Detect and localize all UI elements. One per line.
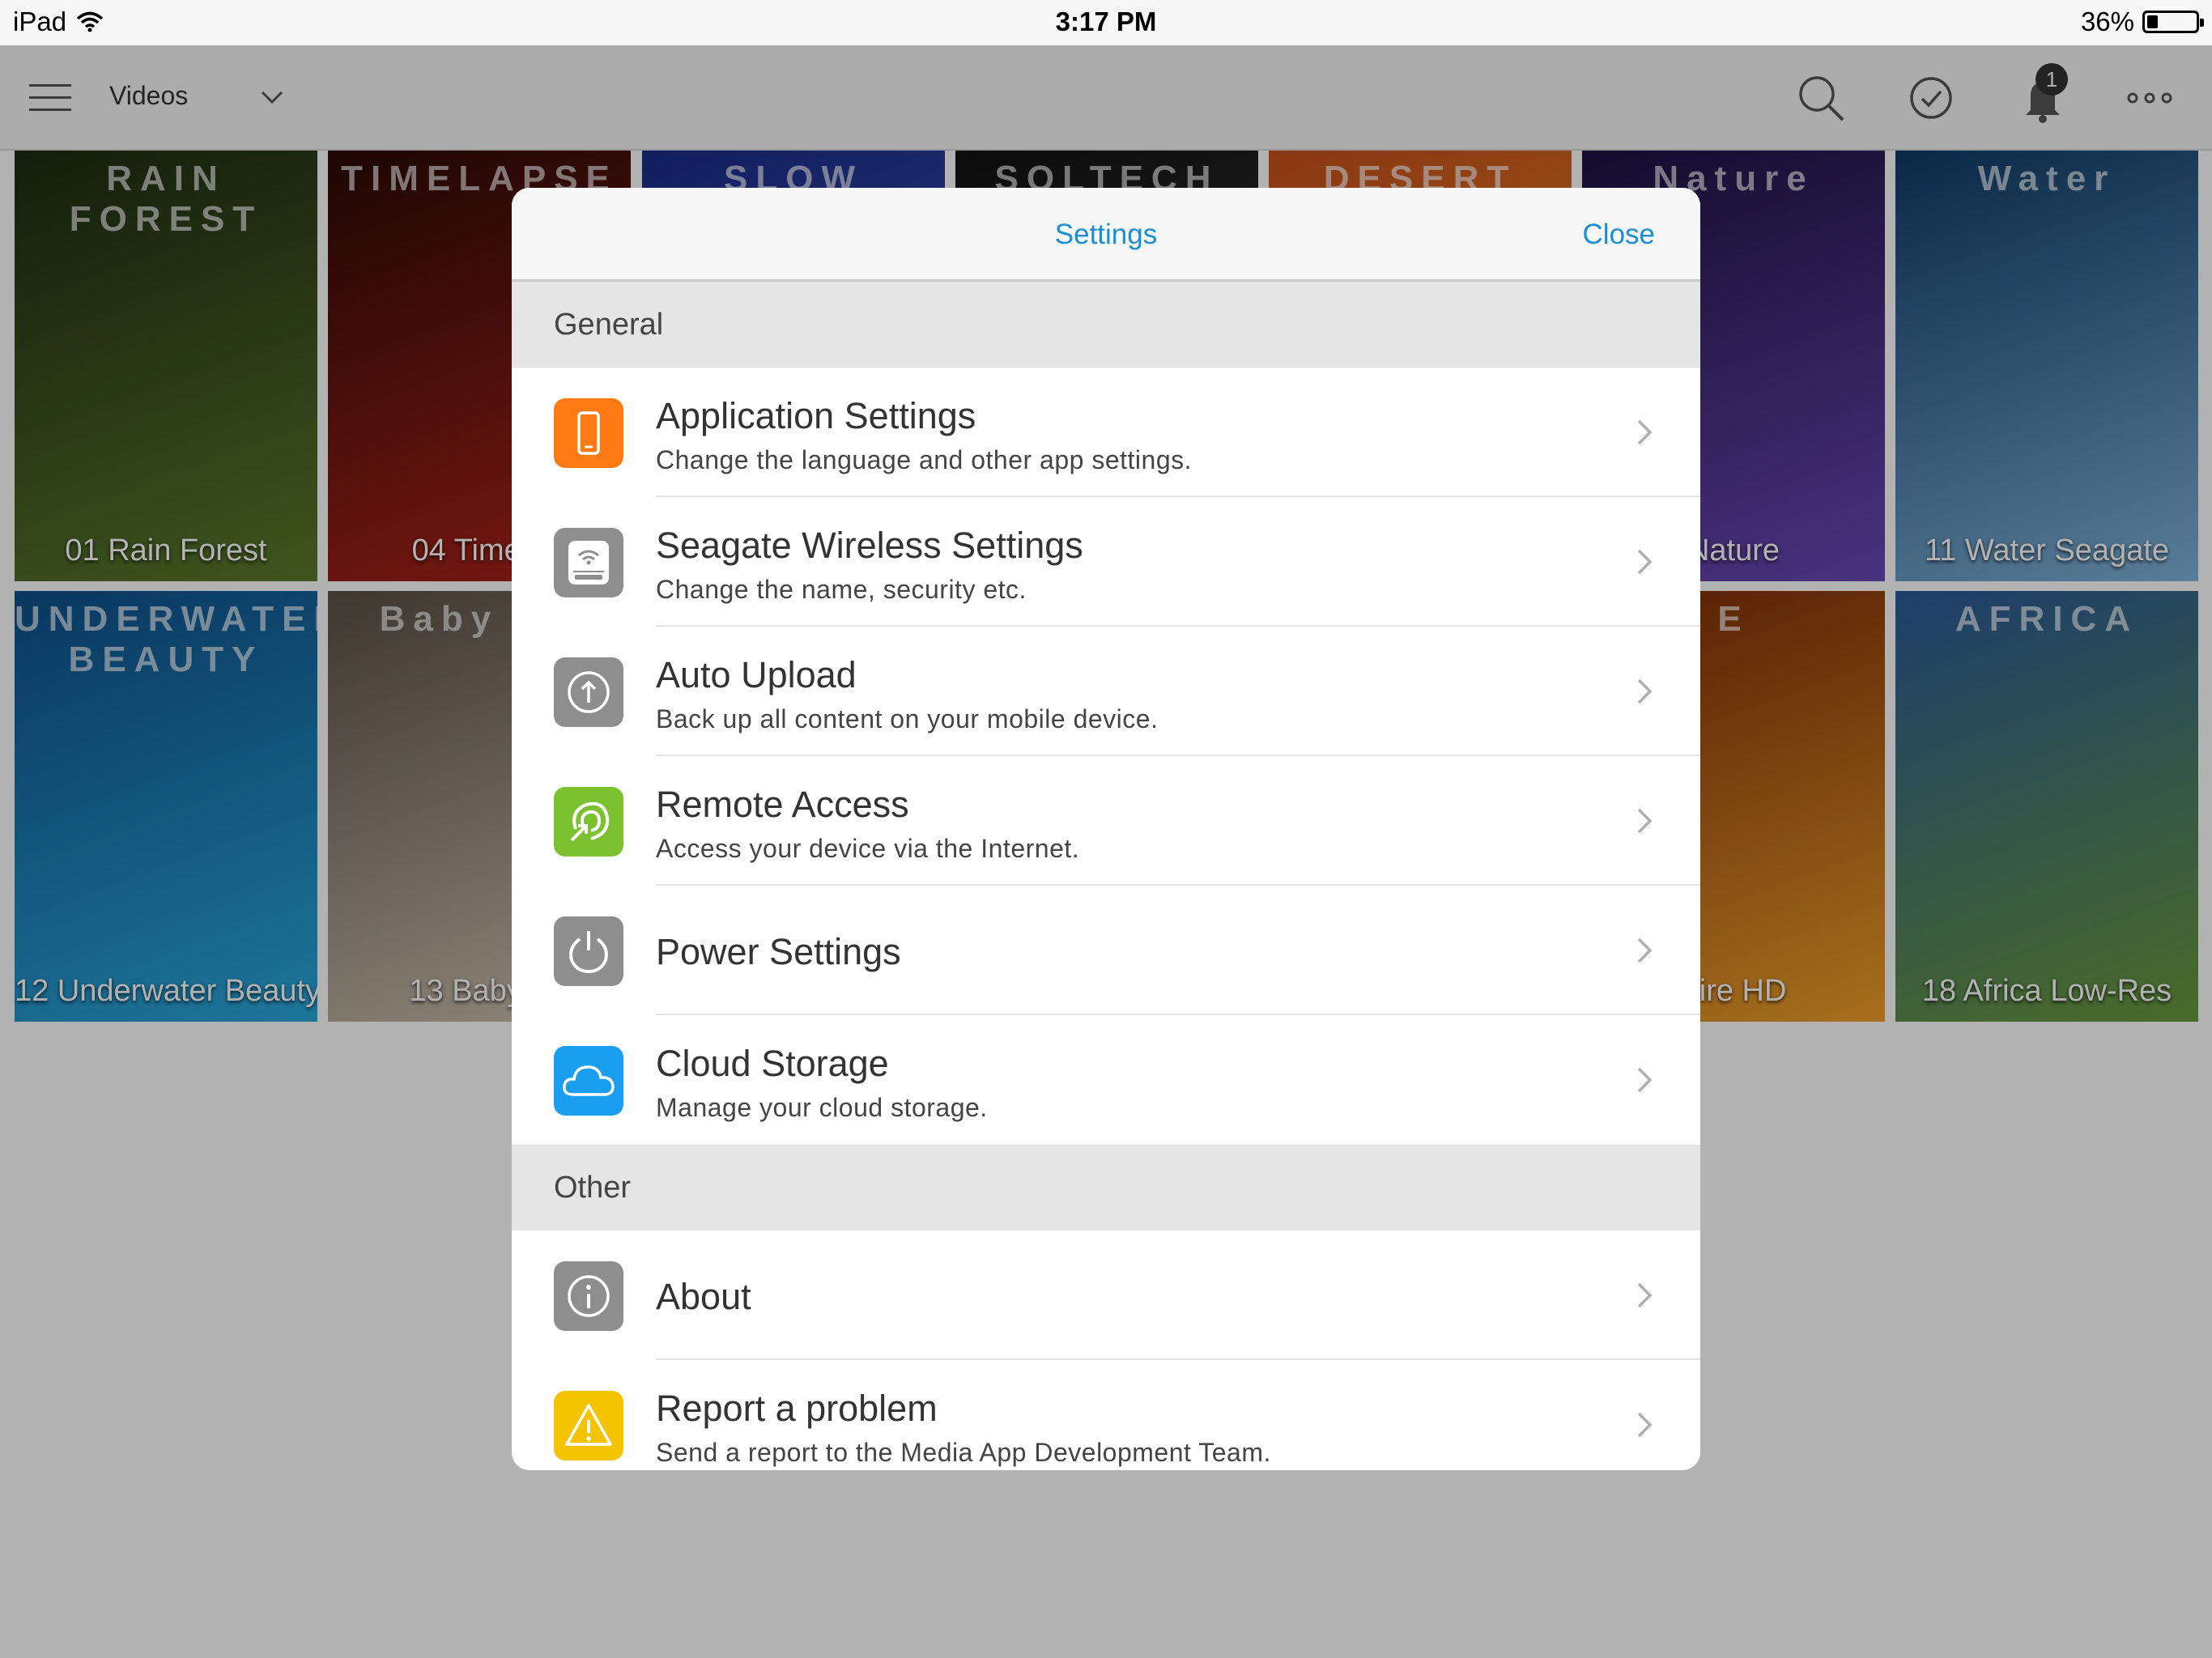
chevron-right-icon bbox=[1637, 549, 1653, 575]
status-time: 3:17 PM bbox=[1055, 6, 1157, 36]
warning-icon bbox=[554, 1391, 623, 1460]
settings-row[interactable]: Report a problem Send a report to the Med… bbox=[512, 1360, 1700, 1470]
upload-icon bbox=[554, 657, 623, 727]
battery-percent: 36% bbox=[2080, 6, 2134, 36]
battery-icon bbox=[2142, 11, 2204, 33]
chevron-right-icon bbox=[1637, 678, 1653, 704]
power-icon bbox=[554, 916, 623, 986]
status-right: 36% bbox=[2080, 6, 2204, 37]
section-header-label: Other bbox=[554, 1171, 632, 1205]
close-button[interactable]: Close bbox=[1583, 219, 1655, 251]
status-bar: iPad 3:17 PM 36% bbox=[0, 0, 2212, 45]
section-header: Other bbox=[512, 1145, 1700, 1231]
chevron-right-icon bbox=[1637, 937, 1653, 963]
modal-title: Settings bbox=[1054, 219, 1158, 250]
settings-row[interactable]: Remote Access Access your device via the … bbox=[512, 756, 1700, 886]
settings-row-title: Application Settings bbox=[656, 395, 976, 436]
settings-row[interactable]: Cloud Storage Manage your cloud storage. bbox=[512, 1015, 1700, 1145]
settings-row[interactable]: Seagate Wireless Settings Change the name… bbox=[512, 497, 1700, 627]
settings-row[interactable]: Application Settings Change the language … bbox=[512, 368, 1700, 497]
settings-row-subtitle: Send a report to the Media App Developme… bbox=[656, 1438, 1271, 1467]
settings-row-title: Power Settings bbox=[656, 931, 901, 972]
remote-access-icon bbox=[554, 787, 623, 857]
chevron-right-icon bbox=[1637, 419, 1653, 445]
chevron-right-icon bbox=[1637, 1282, 1653, 1308]
section-header: General bbox=[512, 282, 1700, 368]
settings-row-title: Remote Access bbox=[656, 784, 909, 825]
settings-row-subtitle: Back up all content on your mobile devic… bbox=[656, 704, 1159, 733]
settings-row-title: Auto Upload bbox=[656, 654, 857, 695]
section-header-label: General bbox=[554, 308, 664, 342]
settings-row[interactable]: Auto Upload Back up all content on your m… bbox=[512, 627, 1700, 756]
phone-icon bbox=[554, 398, 623, 468]
settings-row-subtitle: Change the language and other app settin… bbox=[656, 445, 1192, 474]
settings-row-title: Cloud Storage bbox=[656, 1043, 889, 1084]
info-icon bbox=[554, 1261, 623, 1331]
chevron-right-icon bbox=[1637, 1067, 1653, 1093]
settings-row-subtitle: Access your device via the Internet. bbox=[656, 834, 1080, 863]
chevron-right-icon bbox=[1637, 1412, 1653, 1438]
settings-modal: Settings Close General Application Settin… bbox=[512, 188, 1700, 1470]
chevron-right-icon bbox=[1637, 808, 1653, 834]
settings-row-subtitle: Change the name, security etc. bbox=[656, 575, 1027, 604]
cloud-icon bbox=[554, 1046, 623, 1116]
modal-header: Settings Close bbox=[512, 188, 1700, 282]
settings-row-title: Report a problem bbox=[656, 1388, 938, 1429]
settings-row-title: Seagate Wireless Settings bbox=[656, 525, 1083, 566]
settings-row[interactable]: About bbox=[512, 1231, 1700, 1360]
settings-row[interactable]: Power Settings bbox=[512, 886, 1700, 1015]
wireless-drive-icon bbox=[554, 528, 623, 597]
settings-row-subtitle: Manage your cloud storage. bbox=[656, 1093, 988, 1122]
settings-row-title: About bbox=[656, 1276, 751, 1317]
